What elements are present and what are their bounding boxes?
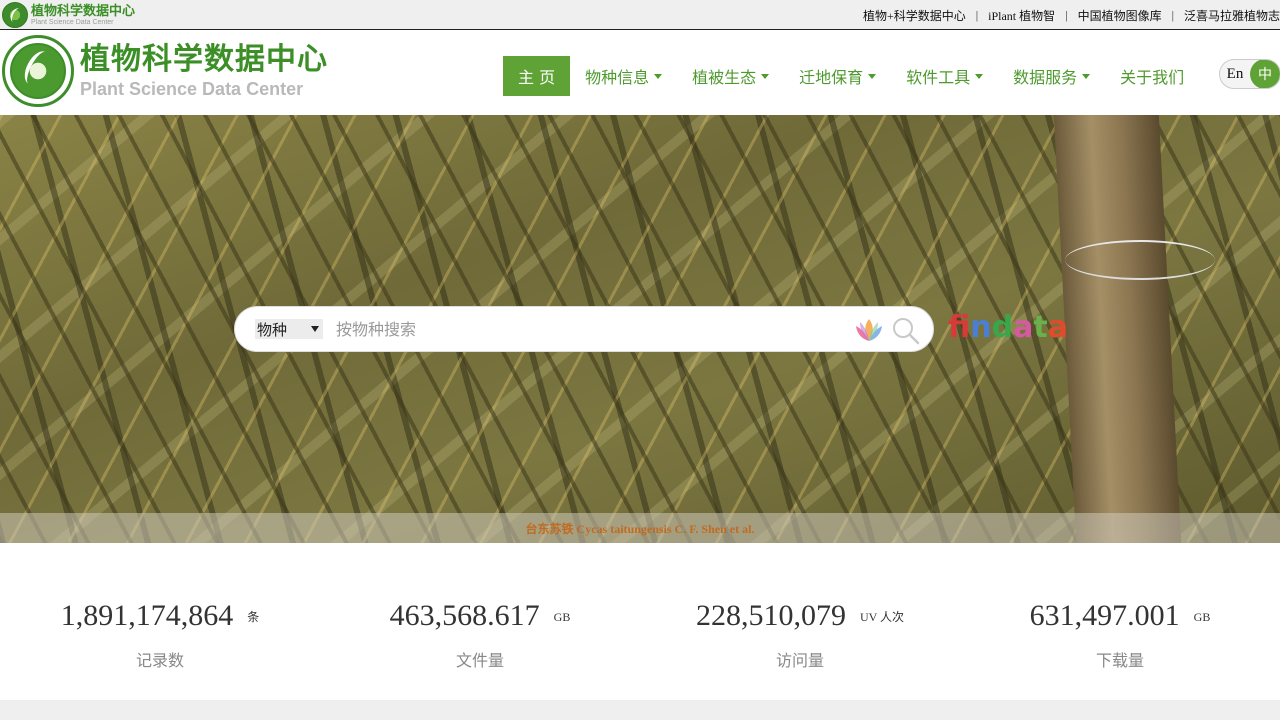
nav-ex-situ-conservation[interactable]: 迁地保育 <box>784 56 891 96</box>
nav-species-info[interactable]: 物种信息 <box>570 56 677 96</box>
stat-unit: GB <box>553 610 571 624</box>
search-input[interactable] <box>336 314 836 344</box>
search-type-select[interactable]: 物种 <box>255 319 323 339</box>
stat-label: 下载量 <box>1095 651 1144 670</box>
nav-data-services[interactable]: 数据服务 <box>998 56 1105 96</box>
stat-unit: GB <box>1193 610 1211 624</box>
language-toggle[interactable]: En 中 <box>1219 59 1280 89</box>
site-logo[interactable]: 植物科学数据中心 Plant Science Data Center <box>2 35 328 107</box>
lang-en-option[interactable]: En <box>1220 66 1250 83</box>
banner-stick <box>1053 115 1182 543</box>
nav-vegetation-ecology[interactable]: 植被生态 <box>677 56 784 96</box>
top-links: 植物+科学数据中心 | iPlant 植物智 | 中国植物图像库 | 泛喜马拉雅… <box>863 0 1280 30</box>
lang-zh-option[interactable]: 中 <box>1250 60 1280 88</box>
toplink-separator: | <box>975 7 979 22</box>
stat-downloads: 631,497.001 GB 下载量 <box>960 543 1280 700</box>
topbar-logo-en: Plant Science Data Center <box>31 18 114 26</box>
stat-unit: UV 人次 <box>859 610 905 624</box>
findata-letter: a <box>1047 310 1068 345</box>
topbar-logo-cn: 植物科学数据中心 <box>31 3 136 19</box>
findata-letter: a <box>1013 310 1034 345</box>
nav-about-us[interactable]: 关于我们 <box>1105 56 1199 96</box>
search-icon[interactable] <box>891 316 921 346</box>
stat-unit: 条 <box>247 610 260 624</box>
stat-label: 访问量 <box>775 651 824 670</box>
caret-down-icon <box>1082 73 1091 79</box>
topbar-logo[interactable]: 植物科学数据中心 Plant Science Data Center <box>2 2 135 28</box>
seal-icon <box>2 2 28 28</box>
caret-down-icon <box>868 73 877 79</box>
main-nav: 主 页 物种信息 植被生态 迁地保育 软件工具 数据服务 关于我们 <box>503 56 1199 96</box>
search-type-value: 物种 <box>257 320 288 339</box>
findata-logo[interactable]: findata <box>948 310 1068 346</box>
banner-caption: 台东苏铁 Cycas taitungensis C. F. Shen et al… <box>0 513 1280 543</box>
seal-logo-icon <box>2 35 74 107</box>
toplink-plant-plus[interactable]: 植物+科学数据中心 <box>863 7 966 24</box>
caret-down-icon <box>761 73 770 79</box>
top-bar: 植物科学数据中心 Plant Science Data Center 植物+科学… <box>0 0 1280 30</box>
footer-strip <box>0 700 1280 720</box>
banner-wire <box>1065 240 1215 280</box>
nav-home[interactable]: 主 页 <box>503 56 571 96</box>
stats-section: 1,891,174,864 条 记录数 463,568.617 GB 文件量 228… <box>0 543 1280 700</box>
logo-title-cn: 植物科学数据中心 <box>80 42 328 77</box>
header: 植物科学数据中心 Plant Science Data Center 主 页 物… <box>0 30 1280 115</box>
logo-title-en: Plant Science Data Center <box>80 79 304 99</box>
findata-letter: d <box>991 310 1014 345</box>
nav-software-tools[interactable]: 软件工具 <box>891 56 998 96</box>
toplink-separator: | <box>1065 7 1068 22</box>
search-bar: 物种 <box>234 306 934 352</box>
toplink-separator: | <box>1171 7 1174 22</box>
stat-file-volume: 463,568.617 GB 文件量 <box>320 543 640 700</box>
toplink-iplant[interactable]: iPlant 植物智 <box>988 7 1055 24</box>
stat-value: 228,510,079 <box>695 599 846 632</box>
stat-visits: 228,510,079 UV 人次 访问量 <box>640 543 960 700</box>
toplink-plant-image-library[interactable]: 中国植物图像库 <box>1078 7 1162 24</box>
caret-down-icon <box>654 73 663 79</box>
findata-letter: t <box>1033 310 1048 345</box>
chevron-down-icon <box>311 326 319 332</box>
stat-records: 1,891,174,864 条 记录数 <box>0 543 320 700</box>
stat-label: 记录数 <box>135 651 184 670</box>
stat-value: 1,891,174,864 <box>60 599 234 632</box>
toplink-pan-himalaya-flora[interactable]: 泛喜马拉雅植物志 <box>1184 7 1280 24</box>
lotus-icon[interactable] <box>853 317 885 343</box>
hero-banner: 物种 findata 台东苏铁 Cycas taitungensis C. F.… <box>0 115 1280 543</box>
caret-down-icon <box>975 73 984 79</box>
stat-value: 463,568.617 <box>389 599 540 632</box>
findata-letter: n <box>970 310 992 345</box>
stat-value: 631,497.001 <box>1029 599 1180 632</box>
findata-letter: f <box>948 310 971 345</box>
stat-label: 文件量 <box>455 651 504 670</box>
